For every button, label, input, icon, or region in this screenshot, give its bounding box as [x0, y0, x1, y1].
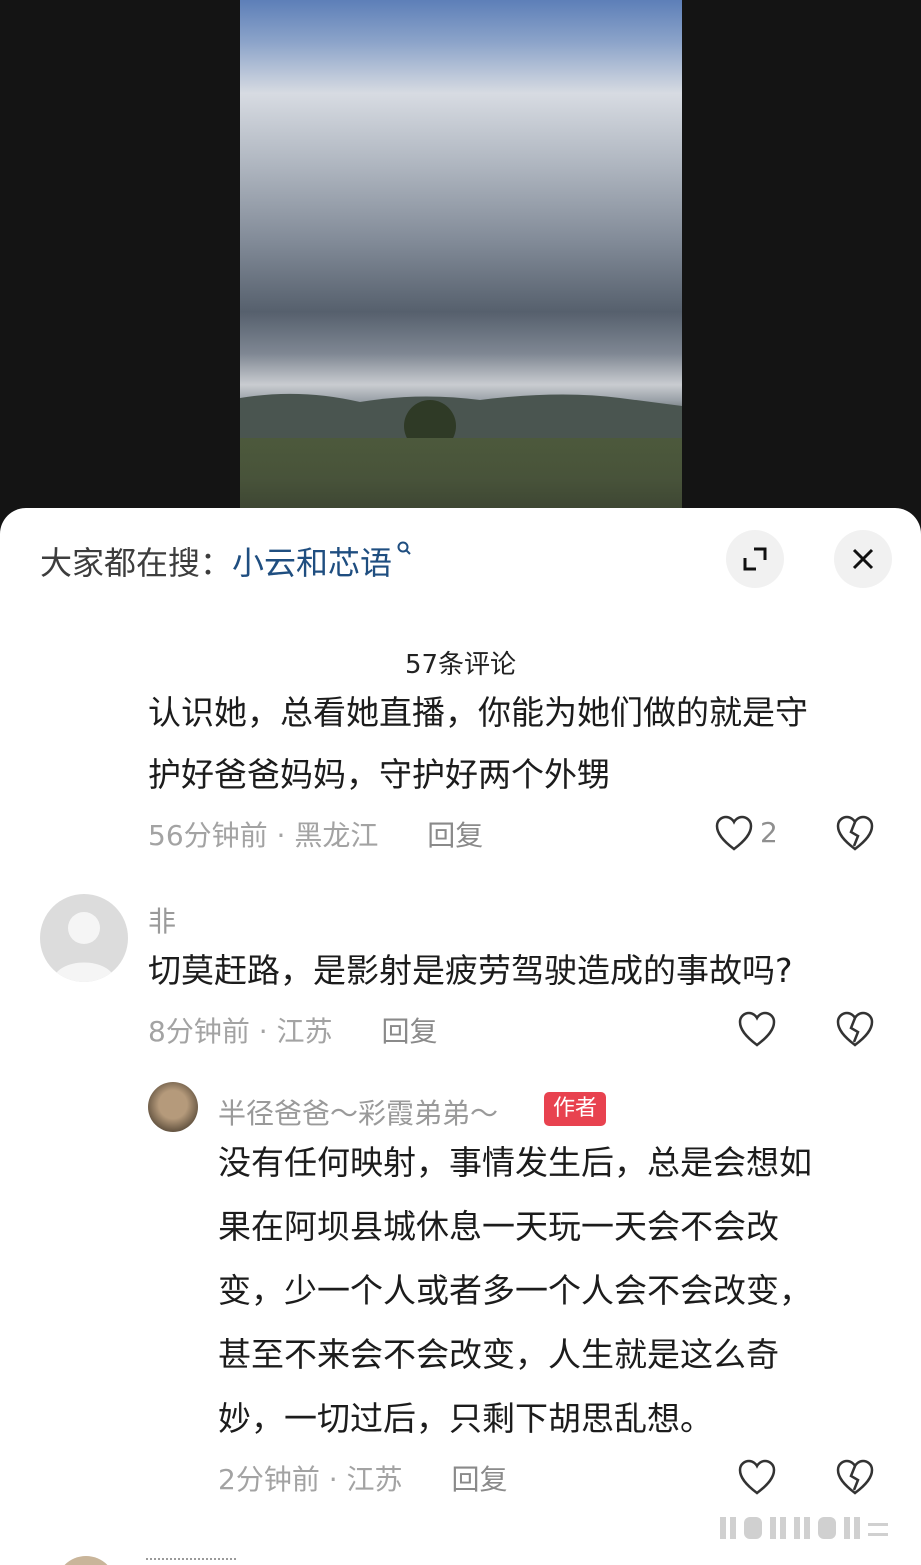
- username[interactable]: 半径爸爸～彩霞弟弟～: [218, 1092, 498, 1132]
- comment-time-location: 2分钟前 · 江苏: [218, 1463, 403, 1496]
- broken-heart-icon[interactable]: [835, 1010, 875, 1048]
- author-badge: 作者: [544, 1092, 607, 1126]
- reply-text-line: 变，少一个人或者多一个人会不会改变，: [218, 1271, 812, 1310]
- comment-panel: 大家都在搜： 小云和芯语 57条评论 认识她，总看她直播，你能为她们做的就是守 …: [0, 508, 921, 1565]
- close-icon: [852, 548, 874, 570]
- search-term-link[interactable]: 小云和芯语: [232, 538, 392, 584]
- default-avatar-icon: [52, 912, 116, 982]
- video-hills: [240, 393, 682, 438]
- comment-text-line: 认识她，总看她直播，你能为她们做的就是守: [148, 693, 808, 732]
- heart-icon[interactable]: [737, 1458, 777, 1496]
- comment-count: 57条评论: [404, 650, 517, 680]
- broken-heart-icon[interactable]: [835, 814, 875, 852]
- like-count: 2: [760, 816, 778, 849]
- reply-text-line: 妙，一切过后，只剩下胡思乱想。: [218, 1399, 713, 1438]
- username[interactable]: 非: [148, 900, 176, 940]
- reply-button[interactable]: 回复: [381, 1015, 437, 1048]
- search-icon: [397, 541, 411, 555]
- reply-text-line: 甚至不来会不会改变，人生就是这么奇: [218, 1335, 779, 1374]
- comment-meta: 8分钟前 · 江苏 回复: [148, 1010, 437, 1050]
- close-button[interactable]: [834, 530, 892, 588]
- avatar[interactable]: [148, 1082, 198, 1132]
- broken-heart-icon[interactable]: [835, 1458, 875, 1496]
- expand-button[interactable]: [726, 530, 784, 588]
- expand-icon: [743, 547, 767, 571]
- search-prefix: 大家都在搜：: [40, 544, 233, 582]
- comment-time-location: 8分钟前 · 江苏: [148, 1015, 333, 1048]
- reply-text-line: 果在阿坝县城休息一天玩一天会不会改: [218, 1207, 779, 1246]
- heart-icon[interactable]: [714, 814, 754, 852]
- reply-button[interactable]: 回复: [427, 819, 483, 852]
- video-frame[interactable]: [240, 0, 682, 520]
- avatar[interactable]: [40, 894, 128, 982]
- avatar[interactable]: [56, 1556, 116, 1565]
- reply-button[interactable]: 回复: [451, 1463, 507, 1496]
- username-cut: [146, 1558, 236, 1565]
- watermark-icon: [720, 1517, 888, 1539]
- reply-text-line: 没有任何映射，事情发生后，总是会想如: [218, 1143, 812, 1182]
- comment-meta: 56分钟前 · 黑龙江 回复: [148, 814, 483, 854]
- comment-meta: 2分钟前 · 江苏 回复: [218, 1458, 507, 1498]
- comment-text-line: 护好爸爸妈妈，守护好两个外甥: [148, 755, 610, 794]
- comment-time-location: 56分钟前 · 黑龙江: [148, 819, 379, 852]
- heart-icon[interactable]: [737, 1010, 777, 1048]
- search-suggestion[interactable]: 大家都在搜： 小云和芯语: [40, 536, 414, 586]
- comment-text: 切莫赶路，是影射是疲劳驾驶造成的事故吗?: [148, 951, 793, 990]
